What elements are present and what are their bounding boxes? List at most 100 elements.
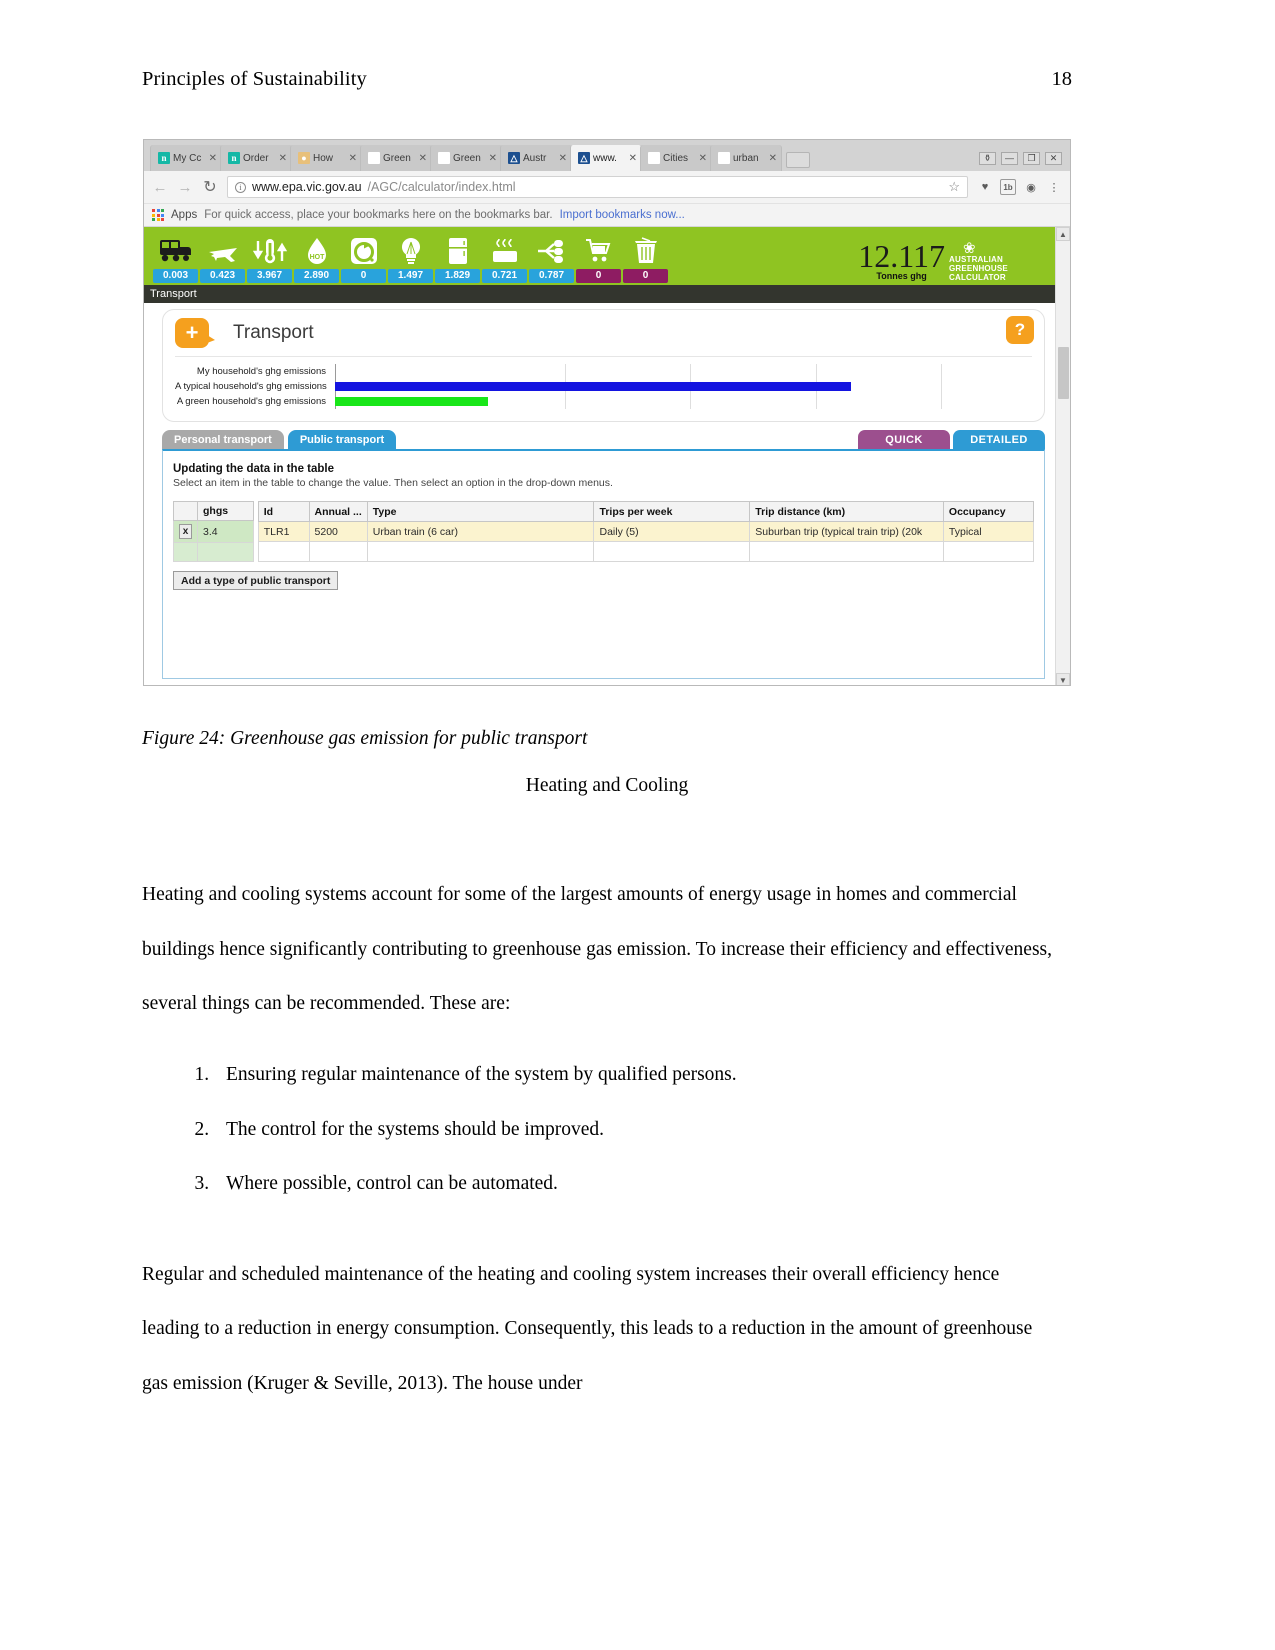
minimize-icon[interactable]: — <box>1001 152 1018 165</box>
browser-tab[interactable]: n Order ✕ <box>220 145 292 171</box>
category-cooking[interactable]: 0.721 <box>481 233 528 285</box>
browser-tab[interactable]: G Cities ✕ <box>640 145 712 171</box>
import-bookmarks-link[interactable]: Import bookmarks now... <box>560 209 685 221</box>
back-icon[interactable]: ← <box>152 179 168 196</box>
tab-label: How <box>313 152 334 164</box>
category-hot-water[interactable]: HOT 2.890 <box>293 233 340 285</box>
new-tab-button[interactable] <box>786 152 810 168</box>
table-row[interactable] <box>257 541 1035 562</box>
remove-row-button[interactable]: x <box>179 524 192 539</box>
bookmark-star-icon[interactable]: ☆ <box>948 179 960 195</box>
tab-public-transport[interactable]: Public transport <box>287 430 397 449</box>
close-icon[interactable]: ✕ <box>769 153 777 164</box>
apps-grid-icon[interactable] <box>152 209 164 221</box>
remove-cell[interactable]: x <box>173 520 198 543</box>
thermometer-icon <box>252 233 287 269</box>
category-value: 3.967 <box>247 269 292 283</box>
address-bar[interactable]: i www.epa.vic.gov.au/AGC/calculator/inde… <box>227 176 968 198</box>
help-icon[interactable]: ? <box>1006 316 1034 344</box>
vertical-scrollbar[interactable]: ▲ ▼ <box>1055 227 1070 685</box>
info-icon[interactable]: i <box>235 181 246 193</box>
close-icon[interactable]: ✕ <box>419 153 427 164</box>
how-icon: ● <box>298 152 310 164</box>
close-window-icon[interactable]: ✕ <box>1045 152 1062 165</box>
shopping-cart-icon <box>585 233 613 269</box>
breadcrumb: Transport <box>144 285 1055 303</box>
public-transport-panel: Updating the data in the table Select an… <box>162 449 1045 679</box>
browser-tab[interactable]: △ Austr ✕ <box>500 145 572 171</box>
add-public-transport-button[interactable]: Add a type of public transport <box>173 571 339 590</box>
cell-occupancy[interactable] <box>942 541 1035 562</box>
cell-annual[interactable]: 5200 <box>308 521 368 542</box>
cell-distance[interactable]: Suburban trip (typical train trip) (20k <box>749 521 944 542</box>
category-value: 0.423 <box>200 269 245 283</box>
heart-icon[interactable]: ♥ <box>977 179 993 195</box>
plus-icon[interactable]: + <box>175 318 215 348</box>
cell-id[interactable] <box>257 541 310 562</box>
total-value: 12.117 <box>858 237 945 274</box>
category-air-travel[interactable]: 0.423 <box>199 233 246 285</box>
1b-icon[interactable]: 1b <box>1000 179 1016 195</box>
category-waste[interactable]: 0 <box>622 233 669 285</box>
browser-tab[interactable]: n My Cc ✕ <box>150 145 222 171</box>
apps-label[interactable]: Apps <box>171 209 197 221</box>
close-icon[interactable]: ✕ <box>349 153 357 164</box>
recommendations-list: Ensuring regular maintenance of the syst… <box>142 1048 1054 1212</box>
close-icon[interactable]: ✕ <box>209 153 217 164</box>
detailed-mode-button[interactable]: DETAILED <box>953 430 1045 449</box>
close-icon[interactable]: ✕ <box>629 153 637 164</box>
table-row[interactable] <box>173 542 254 562</box>
browser-tab-active[interactable]: △ www. ✕ <box>570 145 642 171</box>
browser-tab[interactable]: ● How ✕ <box>290 145 362 171</box>
category-refrigeration[interactable]: 1.829 <box>434 233 481 285</box>
cell-trips[interactable]: Daily (5) <box>593 521 751 542</box>
cell-type[interactable] <box>366 541 595 562</box>
col-ghgs: ghgs <box>197 501 254 521</box>
forward-icon[interactable]: → <box>177 179 193 196</box>
close-icon[interactable]: ✕ <box>279 153 287 164</box>
tab-label: Order <box>243 152 269 164</box>
category-appliances[interactable]: 0.787 <box>528 233 575 285</box>
ghgs-table: ghgs x 3.4 <box>173 501 254 562</box>
scroll-up-icon[interactable]: ▲ <box>1056 227 1070 241</box>
table-row[interactable]: TLR1 5200 Urban train (6 car) Daily (5) … <box>257 521 1035 542</box>
cell-annual[interactable] <box>308 541 368 562</box>
category-washing[interactable]: 0 <box>340 233 387 285</box>
cell-id[interactable]: TLR1 <box>257 521 310 542</box>
cell-distance[interactable] <box>749 541 944 562</box>
chart-row: A green household's ghg emissions <box>175 394 1032 409</box>
page-header: Principles of Sustainability 18 <box>142 68 1072 91</box>
close-icon[interactable]: ✕ <box>489 153 497 164</box>
category-heating-cooling[interactable]: 3.967 <box>246 233 293 285</box>
ghgs-cell[interactable] <box>197 542 254 562</box>
col-type: Type <box>366 501 595 522</box>
user-profile-icon[interactable]: ⚱ <box>979 152 996 165</box>
reload-icon[interactable]: ↻ <box>202 177 218 197</box>
category-bus[interactable]: 0.003 <box>152 233 199 285</box>
eye-icon[interactable]: ◉ <box>1023 179 1039 195</box>
airplane-icon <box>207 233 239 269</box>
category-lighting[interactable]: 1.497 <box>387 233 434 285</box>
category-value: 0.721 <box>482 269 527 283</box>
remove-cell[interactable] <box>173 542 198 562</box>
chart-bar-typical <box>335 382 851 391</box>
s-icon: S <box>368 152 380 164</box>
scroll-down-icon[interactable]: ▼ <box>1056 673 1070 685</box>
table-row[interactable]: x 3.4 <box>173 520 254 543</box>
browser-tab[interactable]: S Green ✕ <box>360 145 432 171</box>
browser-tab[interactable]: W Green ✕ <box>430 145 502 171</box>
browser-tab[interactable]: G urban ✕ <box>710 145 782 171</box>
close-icon[interactable]: ✕ <box>699 153 707 164</box>
close-icon[interactable]: ✕ <box>559 153 567 164</box>
quick-mode-button[interactable]: QUICK <box>858 430 950 449</box>
chart-track <box>335 364 1032 379</box>
cell-occupancy[interactable]: Typical <box>942 521 1035 542</box>
cell-type[interactable]: Urban train (6 car) <box>366 521 595 542</box>
cell-trips[interactable] <box>593 541 751 562</box>
tab-personal-transport[interactable]: Personal transport <box>162 430 284 449</box>
category-shopping[interactable]: 0 <box>575 233 622 285</box>
maximize-icon[interactable]: ❐ <box>1023 152 1040 165</box>
menu-icon[interactable]: ⋮ <box>1046 179 1062 195</box>
ghgs-cell[interactable]: 3.4 <box>197 520 254 543</box>
scrollbar-thumb[interactable] <box>1058 347 1069 399</box>
